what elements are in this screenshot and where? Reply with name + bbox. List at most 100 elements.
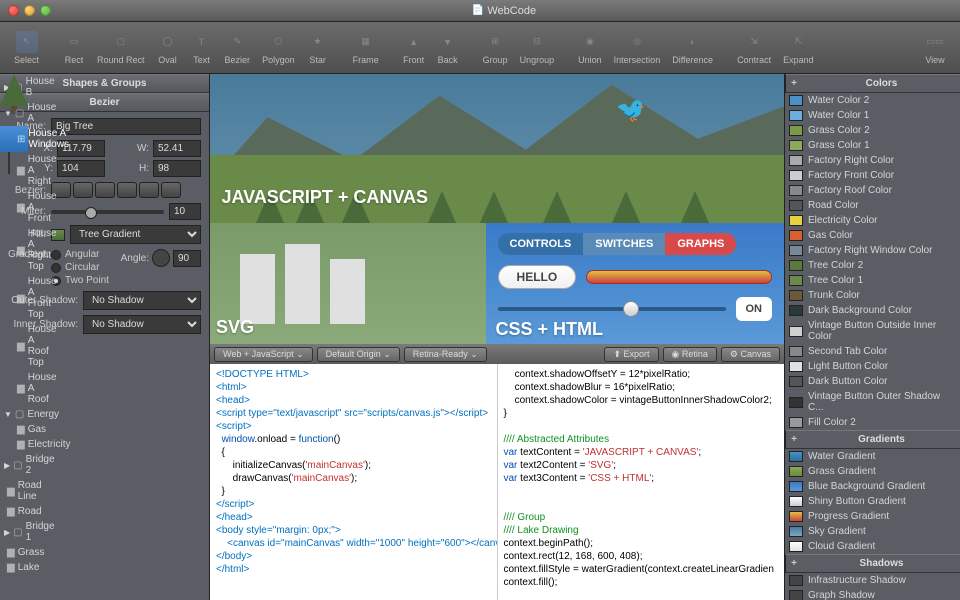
gradient-item[interactable]: Cloud Gradient (785, 539, 960, 554)
hello-button[interactable]: HELLO (498, 265, 577, 289)
minimize-button[interactable] (24, 5, 35, 16)
gradient-angular-radio[interactable]: Angular (51, 249, 109, 260)
color-item[interactable]: Dark Button Color (785, 374, 960, 389)
gradient-item[interactable]: Water Gradient (785, 449, 960, 464)
ui-slider[interactable] (498, 307, 726, 311)
gradient-item[interactable]: Shiny Button Gradient (785, 494, 960, 509)
outer-shadow-select[interactable]: No Shadow (83, 291, 201, 310)
tool-group[interactable]: ⊞Group (477, 29, 514, 67)
tool-frame[interactable]: ▦Frame (347, 29, 385, 67)
gradient-two-point-radio[interactable]: Two Point (51, 275, 109, 286)
tool-star[interactable]: ★Star (301, 29, 335, 67)
tool-select[interactable]: ↖Select (8, 29, 45, 67)
angle-field[interactable] (173, 250, 201, 267)
h-field[interactable] (153, 160, 201, 177)
angle-dial[interactable] (152, 249, 170, 267)
tool-back[interactable]: ▼Back (431, 29, 465, 67)
tree-item[interactable]: ▶▢Bridge 1 (0, 519, 28, 545)
color-item[interactable]: Fill Color 2 (785, 415, 960, 430)
code-area[interactable]: <!DOCTYPE HTML> <html> <head> <script ty… (210, 364, 784, 600)
gradient-circular-radio[interactable]: Circular (51, 262, 109, 273)
on-switch[interactable]: ON (736, 297, 773, 321)
tool-round-rect[interactable]: ▢Round Rect (91, 29, 151, 67)
tree-item[interactable]: ▼▢House A (0, 100, 28, 126)
color-item[interactable]: Factory Right Window Color (785, 243, 960, 258)
tree-item[interactable]: ▆Grass (0, 545, 28, 560)
color-item[interactable]: Water Color 1 (785, 108, 960, 123)
tree-item[interactable]: ▆House A Right Top (0, 226, 28, 274)
color-item[interactable]: Tree Color 1 (785, 273, 960, 288)
tree-item[interactable]: ⊞House A Windows (0, 126, 28, 152)
color-item[interactable]: Road Color (785, 198, 960, 213)
tab-switches[interactable]: SWITCHES (583, 233, 665, 255)
zoom-button[interactable] (40, 5, 51, 16)
y-field[interactable] (57, 160, 105, 177)
tree-item[interactable]: ▆Lake (0, 560, 28, 575)
tool-bezier[interactable]: ✎Bezier (219, 29, 257, 67)
gradient-item[interactable]: Grass Gradient (785, 464, 960, 479)
tree-item[interactable]: ▆House A Roof (0, 370, 28, 407)
tree-item[interactable]: ▆Road Line (0, 478, 28, 504)
tool-expand[interactable]: ⇱Expand (777, 29, 820, 67)
color-item[interactable]: Second Tab Color (785, 344, 960, 359)
tree-item[interactable]: ▆House A Roof Top (0, 322, 28, 370)
color-item[interactable]: Factory Right Color (785, 153, 960, 168)
tree-item[interactable]: ▆Electricity (0, 437, 28, 452)
color-item[interactable]: Factory Front Color (785, 168, 960, 183)
miter-field[interactable] (169, 203, 201, 220)
tab-controls[interactable]: CONTROLS (498, 233, 584, 255)
color-item[interactable]: Grass Color 1 (785, 138, 960, 153)
color-item[interactable]: Grass Color 2 (785, 123, 960, 138)
tool-text[interactable]: TText (185, 29, 219, 67)
origin-dropdown[interactable]: Default Origin ⌄ (317, 347, 400, 362)
color-item[interactable]: Gas Color (785, 228, 960, 243)
tool-oval[interactable]: ◯Oval (151, 29, 185, 67)
bezier-mode-buttons[interactable] (51, 182, 181, 198)
retina-toggle[interactable]: ◉ Retina (663, 347, 717, 362)
add-gradient-button[interactable]: + (786, 434, 802, 445)
color-item[interactable]: Water Color 2 (785, 93, 960, 108)
export-button[interactable]: ⬆ Export (604, 347, 658, 362)
tool-contract[interactable]: ⇲Contract (731, 29, 777, 67)
canvas-toggle[interactable]: ⚙ Canvas (721, 347, 780, 362)
code-right-pane[interactable]: context.shadowOffsetY = 12*pixelRatio; c… (497, 364, 785, 600)
gradient-item[interactable]: Blue Background Gradient (785, 479, 960, 494)
ui-tabs[interactable]: CONTROLS SWITCHES GRAPHS (498, 233, 772, 255)
gradient-item[interactable]: Sky Gradient (785, 524, 960, 539)
color-item[interactable]: Tree Color 2 (785, 258, 960, 273)
tree-item[interactable]: ▼▢Energy (0, 407, 28, 422)
w-field[interactable] (153, 140, 201, 157)
view-toggle[interactable]: ▭▭View (918, 29, 952, 67)
color-item[interactable]: Trunk Color (785, 288, 960, 303)
color-item[interactable]: Vintage Button Outside Inner Color (785, 318, 960, 344)
color-item[interactable]: Vintage Button Outer Shadow C... (785, 389, 960, 415)
tree-item[interactable]: ▆House A Right (0, 152, 28, 189)
tree-item[interactable]: ▶▢Bridge 2 (0, 452, 28, 478)
fill-select[interactable]: Tree Gradient (70, 225, 201, 244)
tool-polygon[interactable]: ⬠Polygon (256, 29, 301, 67)
shadow-item[interactable]: Infrastructure Shadow (785, 573, 960, 588)
tool-rect[interactable]: ▭Rect (57, 29, 91, 67)
shadow-item[interactable]: Graph Shadow (785, 588, 960, 600)
color-item[interactable]: Factory Roof Color (785, 183, 960, 198)
code-left-pane[interactable]: <!DOCTYPE HTML> <html> <head> <script ty… (210, 364, 497, 600)
close-button[interactable] (8, 5, 19, 16)
tool-union[interactable]: ◉Union (572, 29, 608, 67)
tree-item[interactable]: ▶▢House B (0, 74, 28, 100)
tree-item[interactable]: ▆Gas (0, 422, 28, 437)
inner-shadow-select[interactable]: No Shadow (83, 315, 201, 334)
tree-item[interactable]: ▆Road (0, 504, 28, 519)
tool-front[interactable]: ▲Front (397, 29, 431, 67)
name-field[interactable] (51, 118, 201, 135)
color-item[interactable]: Electricity Color (785, 213, 960, 228)
tab-graphs[interactable]: GRAPHS (665, 233, 736, 255)
gradient-item[interactable]: Progress Gradient (785, 509, 960, 524)
tree-item[interactable]: ▆House A Front Top (0, 274, 28, 322)
lang-dropdown[interactable]: Web + JavaScript ⌄ (214, 347, 313, 362)
tool-intersection[interactable]: ◎Intersection (608, 29, 667, 67)
tool-difference[interactable]: ◐Difference (666, 29, 719, 67)
canvas-preview[interactable]: 🐦 JAVASCRIPT + CANVAS SVG (210, 74, 784, 344)
retina-dropdown[interactable]: Retina-Ready ⌄ (404, 347, 487, 362)
add-shadow-button[interactable]: + (786, 558, 802, 569)
add-color-button[interactable]: + (786, 78, 802, 89)
